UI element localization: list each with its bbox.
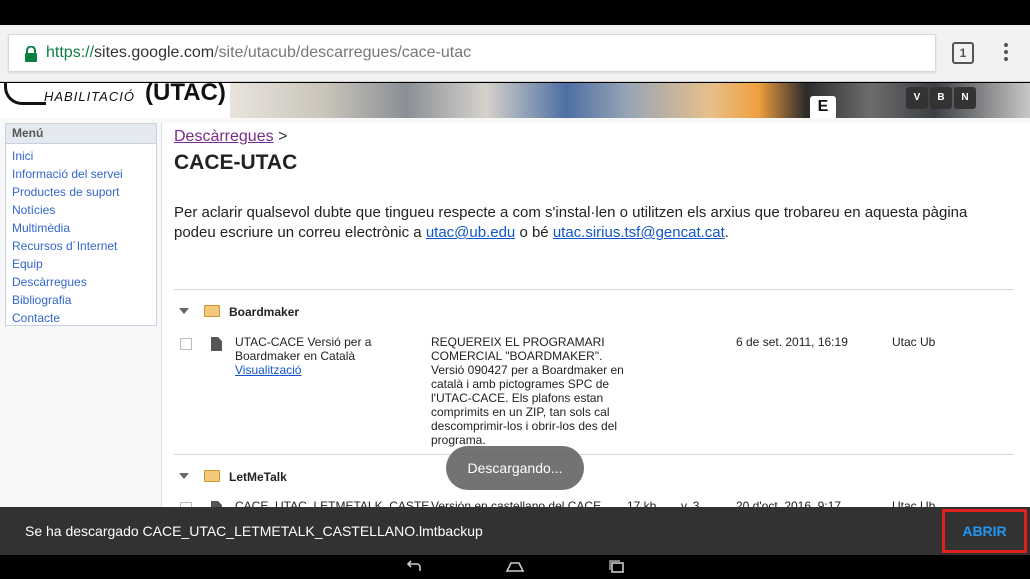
site-banner: HABILITACIÓ (UTAC) E V B N (0, 83, 1030, 118)
main-content: Descàrregues > CACE-UTAC Per aclarir qua… (161, 123, 1030, 507)
overflow-menu-icon[interactable] (996, 40, 1016, 66)
file-name-block: UTAC-CACE Versió per a Boardmaker en Cat… (235, 335, 385, 377)
folder-name: LetMeTalk (229, 470, 287, 484)
folder-name: Boardmaker (229, 305, 300, 319)
file-name[interactable]: CACE_UTAC_LETMETALK_CASTE (235, 499, 429, 507)
site-logo-title: (UTAC) (145, 83, 226, 106)
site-logo-subtitle: HABILITACIÓ (44, 89, 135, 104)
file-size: 17 kb (627, 499, 657, 507)
banner-image: E V B N (230, 83, 1030, 118)
divider (174, 454, 1014, 455)
folder-icon (204, 305, 220, 317)
download-toast: Descargando... (446, 446, 584, 490)
snackbar-message: Se ha descargado CACE_UTAC_LETMETALK_CAS… (25, 523, 483, 539)
intro-or: o bé (519, 224, 549, 241)
back-icon[interactable] (404, 559, 424, 575)
download-snackbar: Se ha descargado CACE_UTAC_LETMETALK_CAS… (0, 507, 1030, 555)
file-row: CACE_UTAC_LETMETALK_CASTE Versión en cas… (174, 499, 1014, 507)
divider (174, 289, 1014, 290)
sidebar-item-inici[interactable]: Inici (12, 147, 150, 165)
collapse-triangle-icon[interactable] (179, 473, 189, 479)
banner-key: B (930, 87, 952, 109)
sidebar-item-noticies[interactable]: Notícies (12, 201, 150, 219)
file-icon (211, 337, 222, 351)
file-version: v. 3 (681, 499, 700, 507)
sidebar-item-informacio[interactable]: Informació del servei (12, 165, 150, 183)
sidebar-menu: Menú Inici Informació del servei Product… (5, 123, 157, 326)
file-user: Utac Ub (892, 499, 936, 507)
url-text[interactable]: https://sites.google.com/site/utacub/des… (46, 44, 471, 62)
breadcrumb-separator: > (278, 128, 288, 145)
android-nav-bar (0, 555, 1030, 579)
file-name[interactable]: UTAC-CACE Versió per a Boardmaker en Cat… (235, 335, 371, 363)
url-scheme: https:// (46, 44, 95, 61)
file-checkbox[interactable] (180, 338, 192, 350)
sidebar-item-recursos[interactable]: Recursos d´Internet (12, 237, 150, 255)
url-bar[interactable]: https://sites.google.com/site/utacub/des… (8, 34, 936, 72)
sidebar-item-multimedia[interactable]: Multimèdia (12, 219, 150, 237)
intro-end: . (724, 224, 729, 241)
file-description: Versión en castellano del CACE (431, 499, 602, 507)
sidebar-header: Menú (6, 124, 156, 144)
file-row: UTAC-CACE Versió per a Boardmaker en Cat… (174, 335, 1014, 447)
intro-paragraph: Per aclarir qualsevol dubte que tingueu … (174, 203, 994, 243)
file-date: 20 d'oct. 2016, 9:17 (736, 499, 842, 507)
banner-key: V (906, 87, 928, 109)
lock-icon (25, 46, 37, 62)
file-name-block: CACE_UTAC_LETMETALK_CASTE (235, 499, 429, 507)
sidebar-item-productes[interactable]: Productes de suport (12, 183, 150, 201)
file-date: 6 de set. 2011, 16:19 (736, 335, 848, 349)
recents-icon[interactable] (607, 559, 627, 575)
collapse-triangle-icon[interactable] (179, 308, 189, 314)
banner-key: E (810, 96, 836, 118)
sidebar-item-equip[interactable]: Equip (12, 255, 150, 273)
email-link-gencat[interactable]: utac.sirius.tsf@gencat.cat (553, 224, 725, 241)
url-path: /site/utacub/descarregues/cace-utac (214, 44, 472, 61)
file-view-link[interactable]: Visualització (235, 363, 385, 377)
file-description: REQUEREIX EL PROGRAMARI COMERCIAL "BOARD… (431, 335, 624, 447)
sidebar-item-contacte[interactable]: Contacte (12, 309, 150, 327)
tab-switcher-button[interactable]: 1 (952, 42, 974, 64)
sidebar-item-bibliografia[interactable]: Bibliografia (12, 291, 150, 309)
open-download-button[interactable]: ABRIR (942, 509, 1027, 553)
page-title: CACE-UTAC (174, 151, 298, 174)
site-logo-mark (4, 83, 46, 105)
web-page: HABILITACIÓ (UTAC) E V B N Menú Inici In… (0, 83, 1030, 507)
url-host: sites.google.com (94, 44, 215, 61)
banner-key: N (954, 87, 976, 109)
file-user: Utac Ub (892, 335, 936, 349)
breadcrumb: Descàrregues > (174, 128, 287, 146)
folder-icon (204, 470, 220, 482)
sidebar-item-descarregues[interactable]: Descàrregues (12, 273, 150, 291)
status-bar (0, 0, 1030, 25)
email-link-utac[interactable]: utac@ub.edu (426, 224, 515, 241)
breadcrumb-link-descarregues[interactable]: Descàrregues (174, 128, 274, 145)
home-icon[interactable] (505, 559, 525, 575)
browser-toolbar: https://sites.google.com/site/utacub/des… (0, 25, 1030, 82)
